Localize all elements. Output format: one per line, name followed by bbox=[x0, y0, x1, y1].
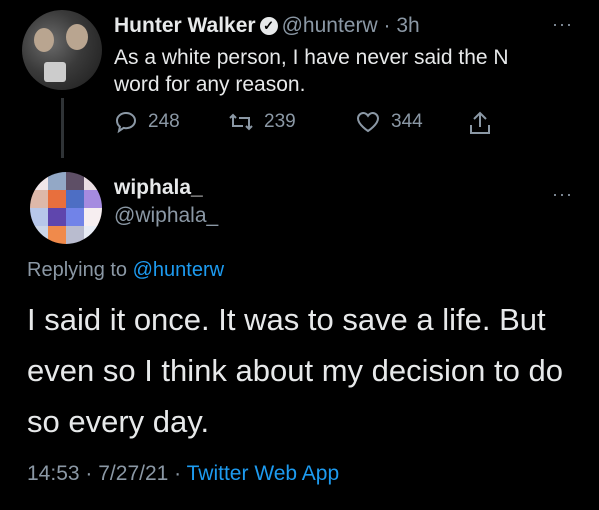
meta-separator: · bbox=[174, 462, 182, 485]
avatar-mosaic-tile bbox=[48, 190, 66, 208]
verified-badge-icon: ✓ bbox=[259, 17, 278, 35]
heart-icon bbox=[356, 111, 380, 133]
thread-connector-line bbox=[61, 98, 64, 158]
parent-author-avatar[interactable] bbox=[22, 10, 102, 90]
avatar-mosaic-tile bbox=[66, 190, 84, 208]
avatar-mosaic-tile bbox=[66, 208, 84, 226]
reply-count: 248 bbox=[148, 111, 180, 132]
replying-to-link[interactable]: @hunterw bbox=[133, 259, 224, 281]
share-icon bbox=[470, 111, 490, 134]
parent-time-ago[interactable]: 3h bbox=[396, 14, 419, 37]
reply-more-options-icon[interactable]: ··· bbox=[552, 184, 573, 205]
like-count: 344 bbox=[391, 111, 423, 132]
avatar-mosaic-tile bbox=[84, 190, 102, 208]
avatar-mosaic-tile bbox=[84, 226, 102, 244]
reply-icon bbox=[115, 111, 137, 134]
avatar-mosaic-tile bbox=[48, 208, 66, 226]
parent-tweet-header: Hunter Walker ✓ @hunterw · 3h bbox=[114, 14, 420, 38]
avatar-mosaic-tile bbox=[48, 172, 66, 190]
avatar-mosaic-tile bbox=[66, 226, 84, 244]
avatar-mosaic-tile bbox=[66, 172, 84, 190]
avatar-mosaic-tile bbox=[30, 226, 48, 244]
share-button[interactable] bbox=[468, 110, 502, 136]
reply-button[interactable]: 248 bbox=[114, 110, 180, 134]
reply-author-avatar[interactable] bbox=[30, 172, 102, 244]
parent-tweet-text: As a white person, I have never said the… bbox=[114, 46, 509, 96]
reply-source-link[interactable]: Twitter Web App bbox=[187, 462, 340, 485]
parent-author-handle[interactable]: @hunterw bbox=[282, 14, 378, 37]
parent-more-options-icon[interactable]: ··· bbox=[552, 14, 573, 35]
avatar-mosaic-tile bbox=[84, 208, 102, 226]
reply-date[interactable]: 7/27/21 bbox=[98, 462, 168, 485]
reply-author-name[interactable]: wiphala_ bbox=[114, 176, 203, 200]
retweet-count: 239 bbox=[264, 111, 296, 132]
like-button[interactable]: 344 bbox=[355, 110, 423, 134]
retweet-button[interactable]: 239 bbox=[228, 110, 296, 134]
parent-author-name[interactable]: Hunter Walker bbox=[114, 14, 256, 37]
reply-tweet-text: I said it once. It was to save a life. B… bbox=[27, 302, 563, 439]
avatar-mosaic-tile bbox=[30, 190, 48, 208]
replying-to-line: Replying to @hunterw bbox=[27, 259, 224, 282]
avatar-mosaic-tile bbox=[48, 226, 66, 244]
retweet-icon bbox=[229, 113, 253, 131]
avatar-mosaic-tile bbox=[30, 172, 48, 190]
reply-time[interactable]: 14:53 bbox=[27, 462, 80, 485]
meta-separator: · bbox=[85, 462, 93, 485]
reply-author-handle[interactable]: @wiphala_ bbox=[114, 204, 218, 228]
replying-to-prefix: Replying to bbox=[27, 259, 128, 281]
header-separator: · bbox=[383, 14, 391, 37]
reply-tweet-meta: 14:53 · 7/27/21 · Twitter Web App bbox=[27, 462, 339, 486]
avatar-mosaic-tile bbox=[84, 172, 102, 190]
avatar-mosaic-tile bbox=[30, 208, 48, 226]
